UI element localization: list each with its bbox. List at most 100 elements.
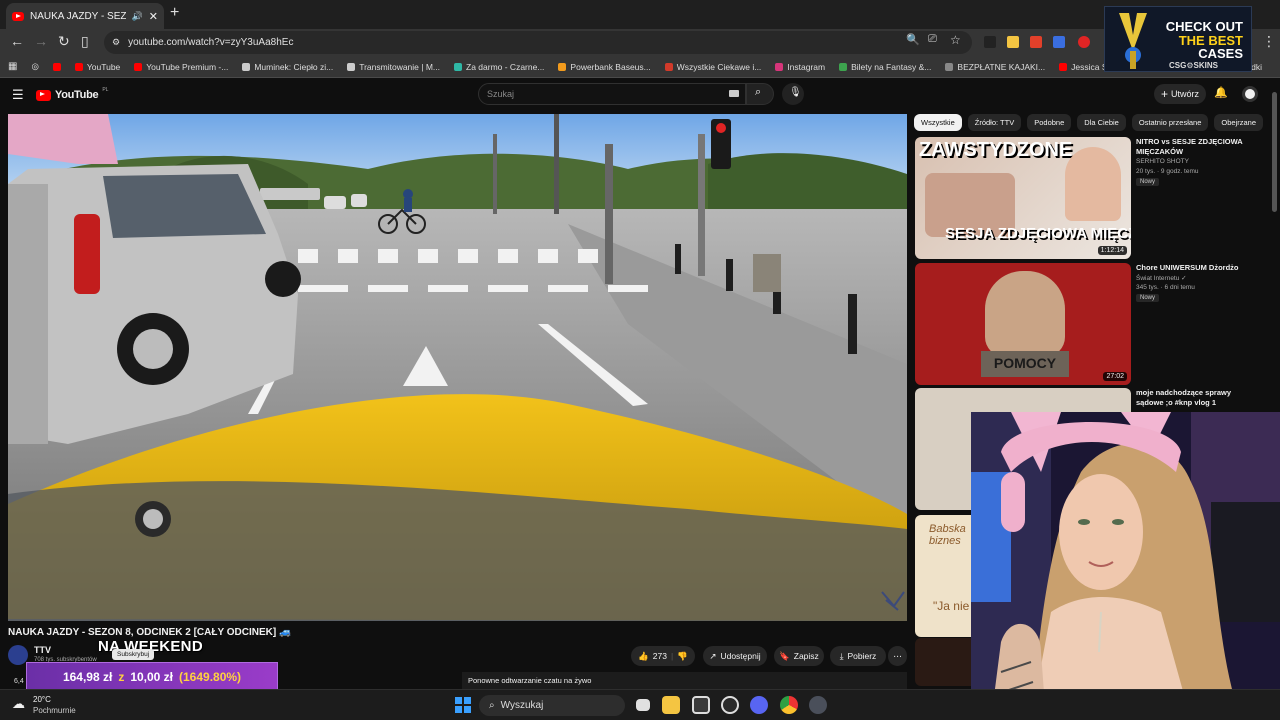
bookmark-item[interactable]: YouTube Premium -... (134, 62, 228, 72)
thumbs-up-icon: 👍 (638, 650, 649, 661)
voice-search-button[interactable]: 🎙 (782, 83, 804, 105)
taskbar-search[interactable]: ⌕ Wyszukaj (479, 695, 625, 716)
cloud-weather-icon[interactable]: ☁ (12, 696, 25, 712)
close-tab-icon[interactable]: ✕ (149, 10, 158, 23)
extension-icon[interactable] (984, 36, 996, 48)
download-label: Pobierz (847, 651, 877, 661)
bookmark-item[interactable]: Wszystkie Ciekawe i... (664, 62, 761, 72)
video-player[interactable] (8, 114, 907, 621)
bookmark-item[interactable]: Za darmo - Czarne... (454, 62, 544, 72)
keyboard-icon[interactable] (729, 90, 739, 97)
chrome-icon[interactable] (780, 696, 798, 714)
url-text[interactable]: youtube.com/watch?v=zyY3uAa8hEc (128, 37, 293, 48)
video-frame (8, 114, 907, 621)
settings-gear-icon[interactable] (809, 696, 827, 714)
search-button[interactable]: ⌕ (746, 83, 774, 105)
thumbnail[interactable]: ZAWSTYDZONE SESJA ZDJĘCIOWA MIĘCZAKÓW 1:… (915, 137, 1131, 259)
site-info-icon[interactable]: ⚙ (112, 37, 120, 48)
cast-icon[interactable]: ⎚ (928, 33, 937, 46)
weather-description[interactable]: Pochmurnie (33, 706, 76, 715)
avatar[interactable] (1242, 86, 1258, 102)
channel-avatar[interactable] (8, 645, 28, 665)
share-button[interactable]: ↗ Udostępnij (703, 646, 767, 666)
recommendation-title[interactable]: moje nadchodzące sprawy sądowe ;o #knp v… (1136, 388, 1256, 408)
youtube-logo[interactable]: YouTube PL (36, 87, 108, 101)
save-icon: 🔖 (779, 650, 790, 661)
subscribe-tooltip: Subskrybuj (112, 649, 155, 660)
search-input[interactable]: Szukaj (478, 83, 746, 105)
more-actions-button[interactable]: ⋯ (888, 646, 907, 666)
side-panel-icon[interactable]: ▯ (81, 33, 89, 50)
chip-watched[interactable]: Obejrzane (1214, 114, 1264, 131)
chip-source[interactable]: Źródło: TTV (967, 114, 1022, 131)
youtube-header: ☰ YouTube PL Szukaj ⌕ 🎙 + Utwórz 🔔 (0, 79, 1280, 111)
menu-icon[interactable]: ☰ (12, 87, 24, 103)
extension-icon[interactable] (1007, 36, 1019, 48)
video-duration: 1:12:14 (1097, 246, 1127, 255)
apps-icon[interactable]: ▦ (8, 61, 17, 72)
bookmark-favicon-icon (74, 62, 83, 71)
new-badge: Nowy (1136, 178, 1160, 186)
taskbar-search-placeholder: Wyszukaj (500, 700, 544, 711)
recommendation-channel[interactable]: SERHITO SHOTY (1136, 158, 1266, 165)
advertisement-banner[interactable]: CHECK OUT THE BEST CASES CSG⚙SKINS (1104, 6, 1252, 72)
back-icon[interactable]: ← (10, 33, 24, 49)
reload-icon[interactable]: ↻ (58, 33, 70, 50)
extension-icon[interactable] (1030, 36, 1042, 48)
recommendation-title[interactable]: NITRO vs SESJE ZDJĘCIOWA MIĘCZAKÓW (1136, 137, 1256, 157)
notifications-bell-icon[interactable]: 🔔 (1214, 86, 1228, 99)
audio-icon[interactable]: 🔊 (132, 11, 143, 22)
live-chat-replay-bar[interactable]: Ponowne odtwarzanie czatu na żywo (462, 672, 907, 689)
app-icon[interactable] (721, 696, 739, 714)
recommendation-item[interactable]: POMOCY 27:02 Chore UNIWERSUM Dżordżo Świ… (915, 263, 1270, 385)
browser-toolbar: ← → ↻ ▯ ⚙ youtube.com/watch?v=zyY3uAa8hE… (0, 29, 1280, 56)
browser-menu-icon[interactable]: ⋮ (1262, 33, 1276, 50)
bookmark-favicon-icon (52, 62, 61, 71)
bookmark-label: BEZPŁATNE KAJAKI... (957, 61, 1046, 72)
thumbnail[interactable]: POMOCY 27:02 (915, 263, 1131, 385)
bookmark-star-icon[interactable]: ☆ (950, 33, 961, 47)
thumbs-down-icon[interactable]: 👎 (677, 651, 688, 662)
new-tab-button[interactable]: + (170, 4, 179, 22)
extension-icon[interactable] (1053, 36, 1065, 48)
bookmark-item[interactable]: Muminek: Ciepło zi... (242, 62, 333, 72)
recommendation-channel[interactable]: Świat Internetu ✓ (1136, 274, 1266, 282)
price-current: 164,98 zł (62, 670, 113, 684)
create-button[interactable]: + Utwórz (1154, 84, 1206, 104)
bookmark-item[interactable] (52, 62, 61, 71)
zoom-icon[interactable]: 🔍 (906, 33, 920, 46)
bookmark-item[interactable]: Transmitowanie | M... (347, 62, 440, 72)
chip-all[interactable]: Wszystkie (914, 114, 962, 131)
extension-icon[interactable] (1078, 36, 1090, 48)
bookmark-item[interactable]: Bilety na Fantasy &... (839, 62, 931, 72)
bookmark-icon[interactable]: ◎ (31, 61, 38, 72)
bookmark-item[interactable]: YouTube (74, 62, 120, 72)
bookmark-favicon-icon (242, 62, 251, 71)
browser-tab[interactable]: NAUKA JAZDY - SEZON 8, O 🔊 ✕ (6, 3, 164, 29)
file-explorer-icon[interactable] (662, 696, 680, 714)
chip-recent[interactable]: Ostatnio przesłane (1131, 114, 1209, 131)
windows-start-icon[interactable] (455, 697, 471, 713)
download-button[interactable]: ⤓ Pobierz (830, 646, 886, 666)
bookmark-item[interactable]: BEZPŁATNE KAJAKI... (945, 62, 1045, 72)
like-button[interactable]: 👍 273 | 👎 (631, 646, 695, 666)
discord-icon[interactable] (750, 696, 768, 714)
bookmark-item[interactable]: Powerbank Baseus... (558, 62, 651, 72)
bookmark-item[interactable]: Instagram (775, 62, 825, 72)
chip-similar[interactable]: Podobne (1027, 114, 1072, 131)
scrollbar-thumb[interactable] (1272, 92, 1277, 212)
recommendation-item[interactable]: ZAWSTYDZONE SESJA ZDJĘCIOWA MIĘCZAKÓW 1:… (915, 137, 1270, 259)
weather-temperature[interactable]: 20°C (33, 695, 51, 704)
save-button[interactable]: 🔖 Zapisz (774, 646, 824, 666)
channel-name[interactable]: TTV (34, 645, 51, 655)
bookmark-favicon-icon (945, 62, 954, 71)
bookmark-label: Za darmo - Czarne... (466, 61, 545, 72)
task-view-icon[interactable] (636, 699, 650, 711)
bookmark-favicon-icon (558, 62, 567, 71)
store-icon[interactable] (692, 696, 710, 714)
forward-icon[interactable]: → (34, 33, 48, 49)
chip-for-you[interactable]: Dla Ciebie (1077, 114, 1126, 131)
recommendation-title[interactable]: Chore UNIWERSUM Dżordżo (1136, 263, 1256, 273)
description-snippet: 6,4 (14, 678, 24, 685)
address-bar[interactable]: ⚙ youtube.com/watch?v=zyY3uAa8hEc (104, 31, 972, 54)
